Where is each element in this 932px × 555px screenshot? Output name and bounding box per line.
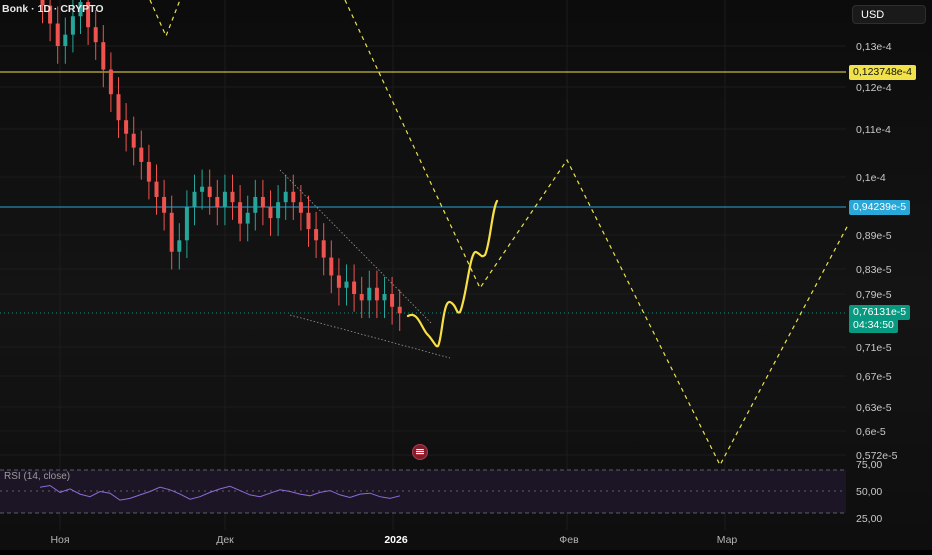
rsi-tick: 75,00: [856, 459, 882, 471]
blue-level-price-tag: 0,94239e-5: [849, 200, 911, 215]
time-label: 2026: [384, 534, 408, 546]
candle-body: [108, 69, 113, 95]
wedge-upper-line: [279, 169, 433, 325]
chart-area[interactable]: 0,13e-4 0,12e-4 0,11e-4 0,1e-4 0,89e-5 0…: [0, 0, 932, 550]
candle-body: [367, 287, 372, 301]
candle-body: [276, 202, 281, 219]
candle-body: [230, 191, 235, 203]
candle-body: [374, 287, 379, 301]
price-tick: 0,12e-4: [856, 82, 892, 94]
wedge-lower-line: [289, 314, 451, 359]
candle-body: [253, 196, 258, 213]
rsi-tick: 50,00: [856, 486, 882, 498]
rsi-indicator-label[interactable]: RSI (14, close): [4, 471, 70, 482]
candle-body: [397, 306, 402, 314]
candle-body: [268, 207, 273, 219]
candle-body: [116, 94, 121, 121]
price-tick: 0,63e-5: [856, 402, 892, 414]
candle-body: [139, 147, 144, 162]
candle-body: [70, 16, 75, 35]
candle-body: [390, 294, 395, 307]
us-flag-event-icon[interactable]: [412, 444, 428, 460]
price-tick: 0,1e-4: [856, 172, 886, 184]
time-label: Мар: [717, 534, 738, 546]
candle-body: [184, 207, 189, 241]
candle-body: [382, 294, 387, 301]
price-tick: 0,83e-5: [856, 264, 892, 276]
candlestick-series: [40, 0, 402, 332]
candle-body: [329, 257, 334, 276]
candle-body: [131, 133, 136, 148]
candle-body: [321, 240, 326, 258]
candle-body: [222, 191, 227, 208]
price-axis[interactable]: 0,13e-4 0,12e-4 0,11e-4 0,1e-4 0,89e-5 0…: [856, 41, 898, 462]
currency-button[interactable]: USD: [852, 5, 926, 24]
price-tick: 0,79e-5: [856, 289, 892, 301]
candle-body: [238, 202, 243, 224]
candle-body: [260, 196, 265, 208]
time-label: Ноя: [50, 534, 69, 546]
freehand-projection-path[interactable]: [406, 199, 499, 348]
price-tick: 0,6e-5: [856, 426, 886, 438]
candle-body: [146, 161, 151, 182]
candle-body: [169, 212, 174, 252]
rsi-pane-band: [0, 470, 846, 513]
candle-body: [298, 202, 303, 213]
candle-body: [344, 281, 349, 288]
candle-body: [352, 281, 357, 295]
candle-body: [336, 275, 341, 288]
candle-body: [207, 186, 212, 197]
price-tick: 0,89e-5: [856, 230, 892, 242]
rsi-tick: 25,00: [856, 513, 882, 525]
horizontal-grid: [0, 45, 846, 456]
candle-body: [154, 181, 159, 197]
candle-body: [200, 186, 205, 192]
price-tick: 0,11e-4: [856, 124, 891, 136]
time-label: Дек: [216, 534, 234, 546]
candle-body: [124, 120, 129, 134]
candle-body: [359, 294, 364, 301]
countdown-tag: 04:34:50: [849, 318, 898, 333]
candle-body: [162, 196, 167, 213]
symbol-title[interactable]: Bonk · 1D · CRYPTO: [2, 3, 104, 15]
candle-body: [306, 212, 311, 230]
rsi-axis: 75,00 50,00 25,00: [856, 459, 882, 525]
candle-body: [93, 27, 98, 43]
candle-body: [215, 196, 220, 208]
projection-zigzag-main[interactable]: [344, 0, 849, 467]
chart-canvas[interactable]: 0,13e-4 0,12e-4 0,11e-4 0,1e-4 0,89e-5 0…: [0, 0, 932, 550]
candle-body: [192, 191, 197, 208]
time-axis[interactable]: Ноя Дек 2026 Фев Мар: [50, 534, 737, 546]
price-tick: 0,71e-5: [856, 342, 892, 354]
candle-body: [314, 229, 319, 241]
candle-body: [177, 240, 182, 252]
candle-body: [101, 42, 106, 70]
time-label: Фев: [559, 534, 579, 546]
vertical-grid: [59, 0, 726, 530]
candle-body: [283, 191, 288, 203]
price-tick: 0,13e-4: [856, 41, 892, 53]
candle-body: [291, 191, 296, 203]
price-tick: 0,67e-5: [856, 371, 892, 383]
projection-zigzag-left[interactable]: [149, 0, 181, 38]
yellow-level-price-tag: 0,123748e-4: [849, 65, 916, 80]
candle-body: [55, 23, 60, 46]
candle-body: [63, 34, 68, 46]
candle-body: [245, 212, 250, 224]
